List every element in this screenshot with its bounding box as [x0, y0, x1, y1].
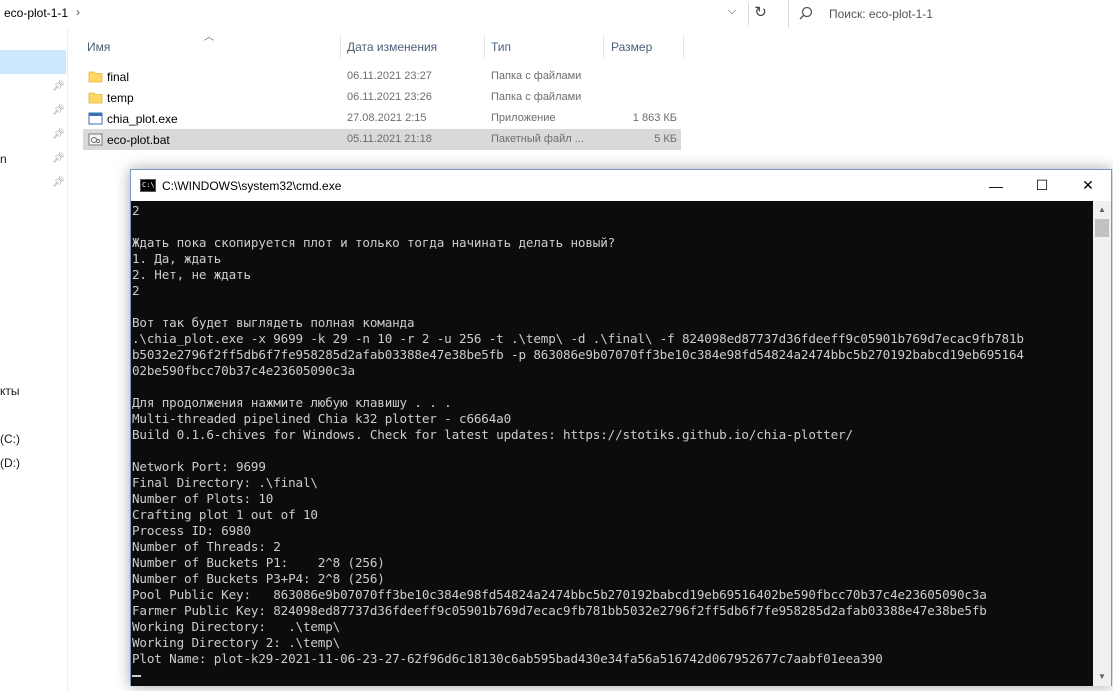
- exe-icon: [88, 112, 103, 125]
- bat-file-icon: [88, 133, 103, 146]
- console-line: Number of Plots: 10: [132, 491, 274, 506]
- chevron-down-icon[interactable]: ⌵: [722, 5, 742, 23]
- console-line: Number of Buckets P1: 2^8 (256): [132, 555, 385, 570]
- file-row[interactable]: temp 06.11.2021 23:26 Папка с файлами: [83, 87, 681, 108]
- console-text: 2 Ждать пока скопируется плот и только т…: [132, 203, 1093, 667]
- close-icon: ✕: [1082, 177, 1094, 193]
- console-line: Network Port: 9699: [132, 459, 266, 474]
- column-header-size[interactable]: Размер: [607, 36, 683, 60]
- file-type: Папка с файлами: [491, 70, 582, 82]
- search-input[interactable]: Поиск: eco-plot-1-1: [788, 0, 1113, 28]
- nav-item-drive-d[interactable]: (D:): [0, 456, 20, 470]
- column-divider[interactable]: [484, 36, 485, 58]
- console-output[interactable]: 2 Ждать пока скопируется плот и только т…: [131, 201, 1093, 686]
- cmd-title-bar[interactable]: C:\ C:\WINDOWS\system32\cmd.exe — ☐ ✕: [131, 170, 1111, 201]
- minimize-button[interactable]: —: [973, 170, 1019, 201]
- pin-icon[interactable]: 📌︎: [52, 81, 65, 93]
- cmd-icon[interactable]: C:\: [140, 179, 156, 192]
- navigation-pane: 📌︎ 📌︎ 📌︎ 📌︎ 📌︎ n кты (C:) (D:): [0, 28, 68, 691]
- column-divider[interactable]: [683, 36, 684, 58]
- console-line: Для продолжения нажмите любую клавишу . …: [132, 395, 452, 410]
- console-line: b5032e2796f2ff5db6f7fe958285d2afab03388e…: [132, 347, 1024, 362]
- console-line: Build 0.1.6-chives for Windows. Check fo…: [132, 427, 853, 442]
- file-size: 5 КБ: [654, 133, 677, 145]
- file-type: Пакетный файл ...: [491, 133, 584, 145]
- pin-icon[interactable]: 📌︎: [52, 105, 65, 117]
- console-line: Number of Buckets P3+P4: 2^8 (256): [132, 571, 385, 586]
- folder-icon: [88, 92, 103, 104]
- pin-icon[interactable]: 📌︎: [52, 129, 65, 141]
- console-line: 2: [132, 203, 140, 218]
- nav-item-selected[interactable]: [0, 50, 66, 74]
- scroll-up-icon[interactable]: ▲: [1093, 201, 1111, 219]
- file-date: 06.11.2021 23:27: [347, 70, 432, 82]
- text-cursor: [132, 675, 141, 677]
- nav-item-drive-c[interactable]: (C:): [0, 432, 20, 446]
- console-line: Farmer Public Key: 824098ed87737d36fdeef…: [132, 603, 987, 618]
- file-name: chia_plot.exe: [107, 112, 178, 126]
- column-header-name[interactable]: Имя: [83, 36, 341, 60]
- console-line: 2. Нет, не ждать: [132, 267, 251, 282]
- file-row[interactable]: final 06.11.2021 23:27 Папка с файлами: [83, 66, 681, 87]
- search-placeholder: Поиск: eco-plot-1-1: [829, 7, 933, 21]
- file-name: eco-plot.bat: [107, 133, 170, 147]
- console-line: .\chia_plot.exe -x 9699 -k 29 -n 10 -r 2…: [132, 331, 1024, 346]
- window-title: C:\WINDOWS\system32\cmd.exe: [162, 179, 342, 193]
- file-name: final: [107, 70, 130, 84]
- file-type: Приложение: [491, 112, 556, 124]
- console-line: Plot Name: plot-k29-2021-11-06-23-27-62f…: [132, 651, 883, 666]
- file-date: 05.11.2021 21:18: [347, 133, 432, 145]
- maximize-icon: ☐: [1035, 177, 1049, 193]
- console-line: Вот так будет выглядеть полная команда: [132, 315, 415, 330]
- column-header-type[interactable]: Тип: [487, 36, 601, 60]
- file-size: 1 863 КБ: [632, 112, 677, 124]
- pin-icon[interactable]: 📌︎: [52, 153, 65, 165]
- console-line: 2: [132, 283, 140, 298]
- console-line: Process ID: 6980: [132, 523, 251, 538]
- console-line: Crafting plot 1 out of 10: [132, 507, 318, 522]
- file-type: Папка с файлами: [491, 91, 582, 103]
- refresh-icon[interactable]: ↻: [748, 3, 772, 25]
- file-row-selected[interactable]: eco-plot.bat 05.11.2021 21:18 Пакетный ф…: [83, 129, 681, 150]
- console-line: Final Directory: .\final\: [132, 475, 318, 490]
- maximize-button[interactable]: ☐: [1019, 170, 1065, 201]
- console-line: Working Directory: .\temp\: [132, 619, 341, 634]
- breadcrumb[interactable]: eco-plot-1-1: [4, 6, 68, 20]
- console-line: Pool Public Key: 863086e9b07070ff3be10c3…: [132, 587, 987, 602]
- vertical-scrollbar[interactable]: ▲ ▼: [1093, 201, 1111, 686]
- console-line: 02be590fbcc70b37c4e23605090c3a: [132, 363, 355, 378]
- nav-item-label[interactable]: n: [0, 152, 7, 166]
- column-header-date[interactable]: Дата изменения: [343, 36, 483, 60]
- column-divider[interactable]: [603, 36, 604, 58]
- scroll-down-icon[interactable]: ▼: [1093, 668, 1111, 686]
- chevron-right-icon[interactable]: ›: [76, 5, 80, 19]
- pin-icon[interactable]: 📌︎: [52, 177, 65, 189]
- address-bar[interactable]: eco-plot-1-1 › ⌵ ↻: [0, 0, 776, 28]
- column-divider[interactable]: [340, 36, 341, 58]
- cmd-window[interactable]: C:\ C:\WINDOWS\system32\cmd.exe — ☐ ✕ 2 …: [130, 169, 1112, 686]
- search-icon: [799, 6, 813, 20]
- file-date: 06.11.2021 23:26: [347, 91, 432, 103]
- file-date: 27.08.2021 2:15: [347, 112, 427, 124]
- folder-icon: [88, 71, 103, 83]
- console-line: Multi-threaded pipelined Chia k32 plotte…: [132, 411, 512, 426]
- console-line: Number of Threads: 2: [132, 539, 281, 554]
- console-line: Working Directory 2: .\temp\: [132, 635, 341, 650]
- console-line: Ждать пока скопируется плот и только тог…: [132, 235, 616, 250]
- nav-item-label[interactable]: кты: [0, 384, 20, 398]
- console-line: 1. Да, ждать: [132, 251, 222, 266]
- cmd-icon-text: C:\: [142, 181, 155, 189]
- scrollbar-thumb[interactable]: [1095, 219, 1109, 237]
- file-row[interactable]: chia_plot.exe 27.08.2021 2:15 Приложение…: [83, 108, 681, 129]
- minimize-icon: —: [989, 177, 1003, 194]
- file-name: temp: [107, 91, 134, 105]
- close-button[interactable]: ✕: [1065, 170, 1111, 201]
